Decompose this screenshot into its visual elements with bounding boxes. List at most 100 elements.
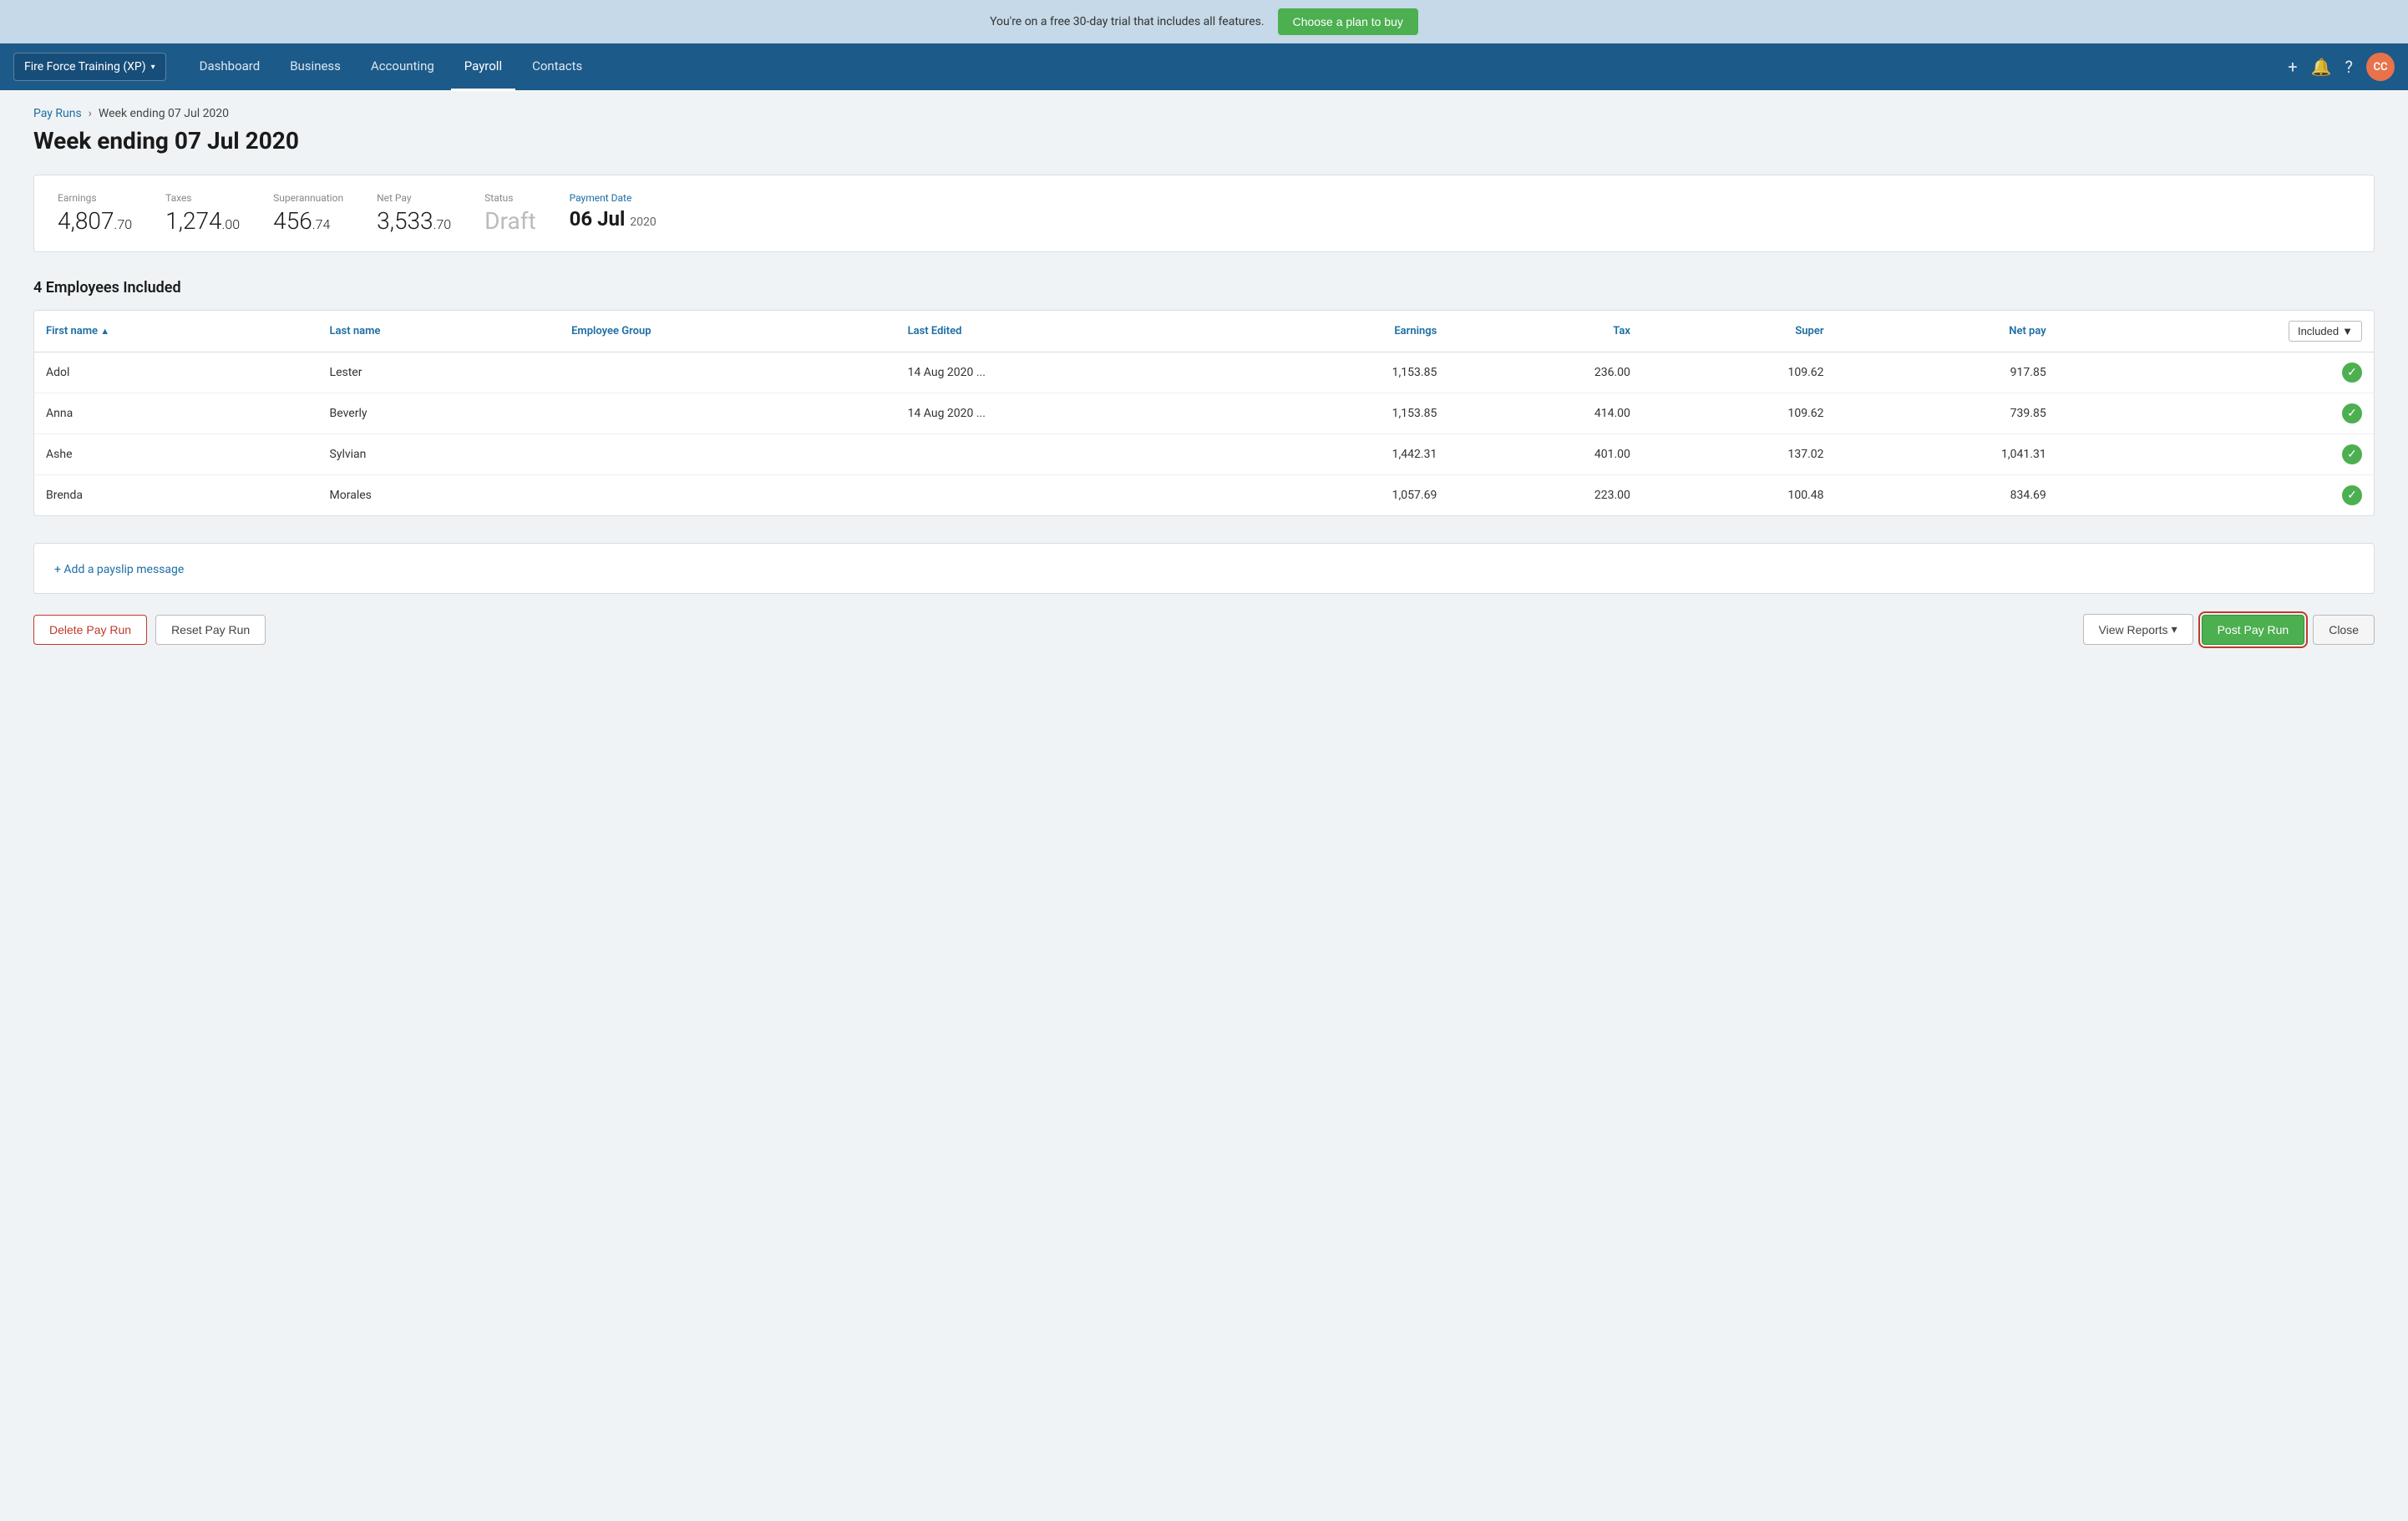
taxes-whole: 1,274: [165, 207, 222, 235]
employees-table: First name ▲ Last name Employee Group La…: [34, 311, 2374, 515]
col-earnings[interactable]: Earnings: [1226, 311, 1448, 352]
netpay-summary: Net Pay 3,533.70: [377, 192, 451, 235]
taxes-value: 1,274.00: [165, 207, 240, 235]
cell-last-name: Morales: [318, 475, 560, 516]
super-value: 456.74: [273, 207, 343, 235]
cell-included: ✓: [2058, 352, 2374, 393]
col-included[interactable]: Included ▼: [2058, 311, 2374, 352]
nav-accounting[interactable]: Accounting: [357, 43, 448, 91]
col-employee-group[interactable]: Employee Group: [560, 311, 895, 352]
view-reports-dropdown-icon: ▾: [2172, 622, 2177, 636]
help-icon[interactable]: ?: [2345, 57, 2353, 77]
included-check-icon: ✓: [2342, 444, 2362, 464]
included-filter-button[interactable]: Included ▼: [2289, 321, 2362, 342]
netpay-label: Net Pay: [377, 192, 451, 204]
earnings-label: Earnings: [58, 192, 132, 204]
navbar: Fire Force Training (XP) ▾ Dashboard Bus…: [0, 43, 2408, 90]
breadcrumb-parent[interactable]: Pay Runs: [33, 107, 82, 120]
cell-first-name: Adol: [34, 352, 318, 393]
payment-date-label: Payment Date: [570, 192, 656, 204]
cell-earnings: 1,442.31: [1226, 434, 1448, 475]
status-summary: Status Draft: [484, 192, 535, 235]
col-last-name[interactable]: Last name: [318, 311, 560, 352]
table-row: Adol Lester 14 Aug 2020 ... 1,153.85 236…: [34, 352, 2374, 393]
table-row: Anna Beverly 14 Aug 2020 ... 1,153.85 41…: [34, 393, 2374, 434]
nav-dashboard[interactable]: Dashboard: [186, 43, 274, 91]
cell-first-name: Brenda: [34, 475, 318, 516]
included-check-icon: ✓: [2342, 363, 2362, 383]
earnings-value: 4,807.70: [58, 207, 132, 235]
view-reports-button[interactable]: View Reports ▾: [2083, 614, 2193, 645]
banner-message: You're on a free 30-day trial that inclu…: [990, 15, 1265, 28]
cell-net-pay: 739.85: [1836, 393, 2058, 434]
nav-links: Dashboard Business Accounting Payroll Co…: [186, 43, 2289, 91]
cell-first-name: Anna: [34, 393, 318, 434]
add-icon[interactable]: +: [2288, 57, 2297, 77]
taxes-decimal: .00: [222, 216, 241, 232]
avatar[interactable]: CC: [2366, 53, 2395, 81]
org-selector[interactable]: Fire Force Training (XP) ▾: [13, 53, 166, 81]
table-header-row: First name ▲ Last name Employee Group La…: [34, 311, 2374, 352]
col-first-name[interactable]: First name ▲: [34, 311, 318, 352]
cell-tax: 414.00: [1448, 393, 1642, 434]
super-summary: Superannuation 456.74: [273, 192, 343, 235]
cell-last-edited: [896, 475, 1227, 516]
col-super[interactable]: Super: [1642, 311, 1836, 352]
nav-actions: + 🔔 ? CC: [2288, 53, 2395, 81]
netpay-decimal: .70: [433, 216, 452, 232]
nav-payroll[interactable]: Payroll: [451, 43, 515, 91]
actions-left: Delete Pay Run Reset Pay Run: [33, 615, 266, 645]
table-row: Brenda Morales 1,057.69 223.00 100.48 83…: [34, 475, 2374, 516]
status-value: Draft: [484, 207, 535, 235]
included-dropdown-icon: ▼: [2342, 325, 2353, 337]
employees-section-title: 4 Employees Included: [33, 279, 2375, 297]
cell-last-edited: [896, 434, 1227, 475]
earnings-decimal: .70: [114, 216, 133, 232]
payment-date-year: 2020: [630, 215, 656, 229]
payment-date-summary: Payment Date 06 Jul 2020: [570, 192, 656, 235]
bell-icon[interactable]: 🔔: [2311, 57, 2332, 77]
cell-included: ✓: [2058, 475, 2374, 516]
breadcrumb: Pay Runs › Week ending 07 Jul 2020: [33, 107, 2375, 120]
cell-net-pay: 1,041.31: [1836, 434, 2058, 475]
cell-earnings: 1,153.85: [1226, 352, 1448, 393]
col-tax[interactable]: Tax: [1448, 311, 1642, 352]
cell-last-name: Beverly: [318, 393, 560, 434]
payment-date-value: 06 Jul 2020: [570, 207, 656, 231]
payslip-message-area: + Add a payslip message: [33, 543, 2375, 594]
close-button[interactable]: Close: [2313, 615, 2375, 645]
choose-plan-button[interactable]: Choose a plan to buy: [1278, 8, 1418, 35]
nav-business[interactable]: Business: [276, 43, 354, 91]
cell-last-name: Lester: [318, 352, 560, 393]
cell-first-name: Ashe: [34, 434, 318, 475]
taxes-summary: Taxes 1,274.00: [165, 192, 240, 235]
included-check-icon: ✓: [2342, 403, 2362, 423]
cell-employee-group: [560, 352, 895, 393]
cell-net-pay: 834.69: [1836, 475, 2058, 516]
page-title: Week ending 07 Jul 2020: [33, 127, 2375, 155]
col-net-pay[interactable]: Net pay: [1836, 311, 2058, 352]
cell-included: ✓: [2058, 434, 2374, 475]
org-name: Fire Force Training (XP): [24, 60, 146, 74]
post-pay-run-button[interactable]: Post Pay Run: [2202, 615, 2305, 645]
add-payslip-message-link[interactable]: + Add a payslip message: [54, 563, 184, 576]
cell-net-pay: 917.85: [1836, 352, 2058, 393]
summary-card: Earnings 4,807.70 Taxes 1,274.00 Superan…: [33, 175, 2375, 252]
netpay-whole: 3,533: [377, 207, 433, 235]
cell-employee-group: [560, 475, 895, 516]
cell-last-edited: 14 Aug 2020 ...: [896, 352, 1227, 393]
employees-table-container: First name ▲ Last name Employee Group La…: [33, 310, 2375, 516]
actions-right: View Reports ▾ Post Pay Run Close: [2083, 614, 2375, 645]
nav-contacts[interactable]: Contacts: [519, 43, 596, 91]
included-check-icon: ✓: [2342, 485, 2362, 505]
delete-pay-run-button[interactable]: Delete Pay Run: [33, 615, 147, 645]
reset-pay-run-button[interactable]: Reset Pay Run: [155, 615, 266, 645]
cell-tax: 236.00: [1448, 352, 1642, 393]
payment-date-day-month: 06 Jul: [570, 207, 626, 231]
col-last-edited[interactable]: Last Edited: [896, 311, 1227, 352]
netpay-value: 3,533.70: [377, 207, 451, 235]
cell-tax: 223.00: [1448, 475, 1642, 516]
super-label: Superannuation: [273, 192, 343, 204]
actions-bar: Delete Pay Run Reset Pay Run View Report…: [33, 614, 2375, 645]
status-label: Status: [484, 192, 535, 204]
